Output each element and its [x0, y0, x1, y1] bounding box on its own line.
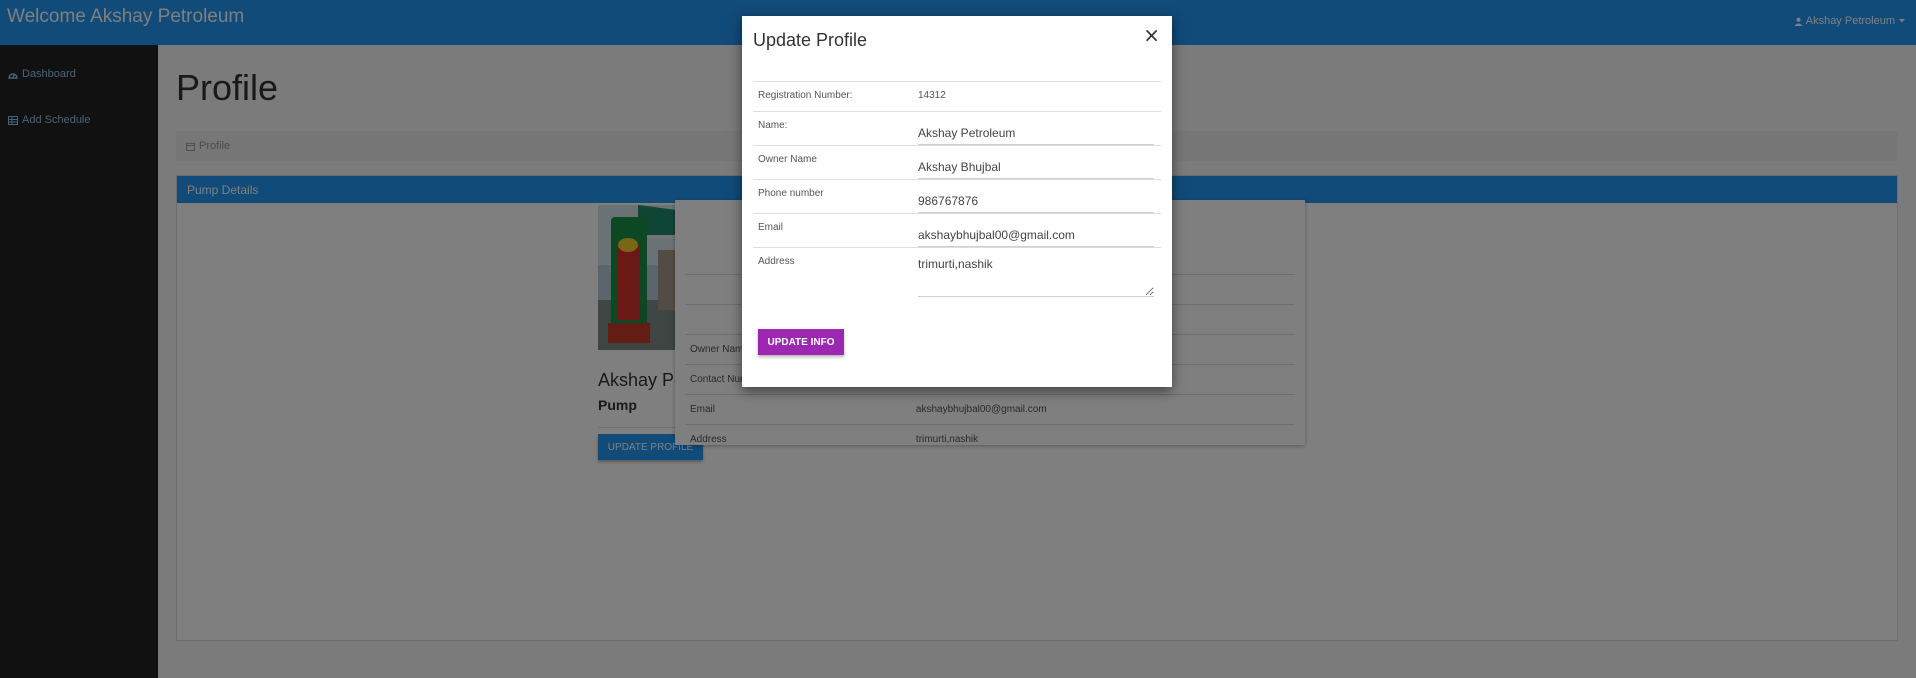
name-input[interactable] — [918, 117, 1154, 145]
update-profile-form: Registration Number: 14312 Name: Owner N… — [753, 81, 1161, 302]
address-label: Address — [753, 247, 913, 302]
form-row-address: Address trimurti,nashik — [753, 247, 1161, 302]
phone-label: Phone number — [753, 179, 913, 214]
phone-input[interactable] — [918, 185, 1154, 213]
email-input[interactable] — [918, 219, 1154, 247]
form-row-registration: Registration Number: 14312 — [753, 81, 1161, 112]
name-label: Name: — [753, 111, 913, 146]
address-textarea[interactable]: trimurti,nashik — [918, 253, 1154, 297]
form-row-phone: Phone number — [753, 179, 1161, 214]
modal-title: Update Profile — [753, 30, 868, 50]
email-label: Email — [753, 213, 913, 248]
update-profile-modal: Update Profile × Registration Number: 14… — [742, 16, 1172, 387]
owner-name-label: Owner Name — [753, 145, 913, 180]
form-row-name: Name: — [753, 111, 1161, 146]
form-row-owner: Owner Name — [753, 145, 1161, 180]
registration-label: Registration Number: — [753, 81, 913, 112]
registration-value: 14312 — [918, 90, 946, 101]
form-row-email: Email — [753, 213, 1161, 248]
close-icon[interactable]: × — [1143, 23, 1160, 47]
owner-name-input[interactable] — [918, 151, 1154, 179]
update-info-button[interactable]: UPDATE INFO — [758, 329, 844, 355]
